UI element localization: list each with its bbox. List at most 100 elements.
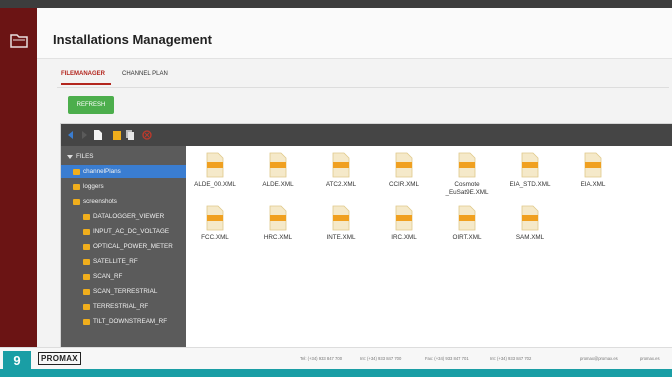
bottom-bar (0, 369, 672, 377)
tree-item[interactable]: OPTICAL_POWER_METER (61, 240, 173, 253)
xml-file-icon (521, 152, 539, 178)
file-item[interactable]: INTE.XML (317, 201, 365, 251)
file-name: FCC.XML (201, 234, 229, 241)
xml-file-icon (458, 205, 476, 231)
folder-icon (83, 258, 90, 265)
file-item[interactable]: EIA_STD.XML (506, 148, 554, 198)
folder-icon (83, 303, 90, 310)
page-header: Installations Management (37, 8, 672, 59)
page-number-badge: 9 (3, 351, 31, 370)
copy-icon[interactable] (124, 128, 136, 142)
xml-file-icon (269, 152, 287, 178)
tree-item-label: INPUT_AC_DC_VOLTAGE (93, 228, 170, 235)
folder-icon (73, 168, 80, 175)
file-grid: ALDE_00.XML ALDE.XML ATC2.XML CCIR.XML Cosmo… (186, 146, 672, 348)
back-icon[interactable] (65, 128, 77, 142)
file-name: Cosmote _EuSat9E.XML (445, 181, 489, 196)
tree-item-label: DATALOGGER_VIEWER (93, 213, 165, 220)
file-item[interactable]: ALDE.XML (254, 148, 302, 198)
tree-item[interactable]: TERRESTRIAL_RF (61, 300, 148, 313)
tree-item-label: SCAN_TERRESTRIAL (93, 288, 158, 295)
delete-icon[interactable] (141, 128, 153, 142)
new-folder-icon[interactable] (111, 128, 123, 142)
xml-file-icon (395, 205, 413, 231)
tree-item-label: SCAN_RF (93, 273, 123, 280)
folder-icon (73, 183, 80, 190)
footer-contact-1: Tel: (+34) 933 847 700 (300, 356, 343, 361)
tree-root[interactable]: FILES (61, 150, 94, 163)
xml-file-icon (269, 205, 287, 231)
file-name: ATC2.XML (325, 181, 357, 188)
folder-icon (73, 198, 80, 205)
file-name: CCIR.XML (388, 181, 420, 188)
file-name: SAM.XML (515, 234, 545, 241)
file-item[interactable]: OIRT.XML (443, 201, 491, 251)
file-name: EIA_STD.XML (509, 181, 551, 188)
footer: 9 PROMAX Tel: (+34) 933 847 700 Int: (+3… (0, 347, 672, 370)
folder-icon (83, 318, 90, 325)
footer-contact-3: Fax: (+34) 933 847 701 (425, 356, 469, 361)
file-item[interactable]: CCIR.XML (380, 148, 428, 198)
app-window: Installations Management FILEMANAGER CHA… (0, 0, 672, 377)
tab-divider (57, 87, 669, 88)
folder-icon (83, 273, 90, 280)
file-item[interactable]: HRC.XML (254, 201, 302, 251)
tree-item[interactable]: INPUT_AC_DC_VOLTAGE (61, 225, 169, 238)
tree-item-label: TILT_DOWNSTREAM_RF (93, 318, 168, 325)
folder-tree: FILES channelPlans loggers screenshots DATAL… (61, 146, 186, 348)
file-item[interactable]: EIA.XML (569, 148, 617, 198)
file-name: ALDE_00.XML (194, 181, 236, 188)
xml-file-icon (206, 152, 224, 178)
file-name: OIRT.XML (452, 234, 482, 241)
folder-icon (83, 288, 90, 295)
tree-item-label: OPTICAL_POWER_METER (93, 243, 173, 250)
xml-file-icon (458, 152, 476, 178)
file-item[interactable]: SAM.XML (506, 201, 554, 251)
tab-channel-plan[interactable]: CHANNEL PLAN (122, 71, 168, 77)
xml-file-icon (521, 205, 539, 231)
file-item[interactable]: ATC2.XML (317, 148, 365, 198)
tree-item[interactable]: DATALOGGER_VIEWER (61, 210, 164, 223)
folder-icon[interactable] (9, 30, 29, 50)
tree-item-label: TERRESTRIAL_RF (93, 303, 149, 310)
tab-filemanager[interactable]: FILEMANAGER (61, 71, 105, 77)
xml-file-icon (395, 152, 413, 178)
promax-logo: PROMAX (38, 352, 81, 365)
footer-contact-4: Int: (+34) 933 847 702 (490, 356, 532, 361)
file-item[interactable]: ALDE_00.XML (191, 148, 239, 198)
top-bar (0, 0, 672, 8)
tree-item[interactable]: TILT_DOWNSTREAM_RF (61, 315, 167, 328)
tree-item-label: loggers (83, 183, 104, 190)
folder-icon (83, 243, 90, 250)
tree-item[interactable]: SATELLITE_RF (61, 255, 138, 268)
tree-item-label: FILES (76, 153, 94, 160)
xml-file-icon (332, 205, 350, 231)
xml-file-icon (332, 152, 350, 178)
file-item[interactable]: FCC.XML (191, 201, 239, 251)
forward-icon[interactable] (78, 128, 90, 142)
caret-down-icon (67, 154, 73, 159)
active-tab-underline (61, 83, 111, 85)
tree-item[interactable]: channelPlans (61, 165, 186, 178)
file-name: HRC.XML (263, 234, 293, 241)
file-name: ALDE.XML (262, 181, 294, 188)
tree-item[interactable]: SCAN_RF (61, 270, 122, 283)
new-file-icon[interactable] (92, 128, 104, 142)
page-title: Installations Management (53, 32, 212, 47)
tree-item[interactable]: screenshots (61, 195, 117, 208)
file-name: EIA.XML (580, 181, 606, 188)
refresh-button[interactable]: REFRESH (68, 96, 114, 114)
tree-item-label: screenshots (83, 198, 117, 205)
footer-contact-2: Int: (+34) 933 847 700 (360, 356, 402, 361)
tree-item[interactable]: SCAN_TERRESTRIAL (61, 285, 157, 298)
file-manager: FILES channelPlans loggers screenshots DATAL… (60, 123, 672, 349)
tree-item-label: SATELLITE_RF (93, 258, 138, 265)
file-item[interactable]: Cosmote _EuSat9E.XML (443, 148, 491, 198)
tree-item-label: channelPlans (83, 168, 121, 175)
folder-icon (83, 228, 90, 235)
xml-file-icon (584, 152, 602, 178)
folder-icon (83, 213, 90, 220)
file-item[interactable]: IRC.XML (380, 201, 428, 251)
tree-item[interactable]: loggers (61, 180, 104, 193)
file-manager-toolbar (61, 124, 672, 146)
